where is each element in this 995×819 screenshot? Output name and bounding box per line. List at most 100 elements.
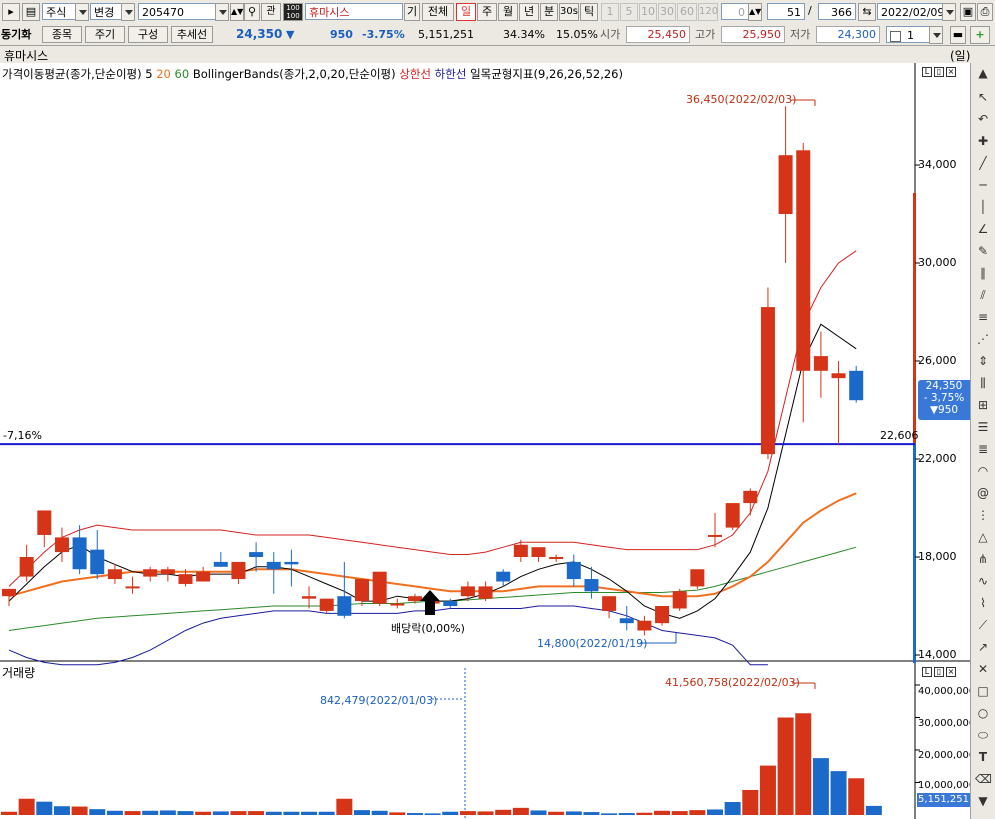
spiral-icon[interactable]: @ [975, 485, 991, 501]
candle-body [690, 569, 705, 587]
count-dropdown-arrow[interactable] [929, 26, 943, 44]
period-week-tab[interactable]: 주 [477, 3, 497, 21]
arrow-line-icon[interactable]: ↗ [975, 639, 991, 655]
fan-icon[interactable]: ⋰ [975, 331, 991, 347]
tick-60-button[interactable]: 60 [677, 3, 697, 21]
legend-bb-upper[interactable]: 상한선 [399, 67, 431, 81]
page-input[interactable]: 51 [767, 3, 805, 20]
scroll-down-icon[interactable]: ▼ [975, 793, 991, 809]
code-spin-button[interactable]: ▲▼ [230, 3, 244, 21]
count-select[interactable]: 1 [886, 26, 930, 43]
legend-ma20[interactable]: 20 [156, 67, 171, 81]
retracement-icon[interactable]: ≣ [975, 441, 991, 457]
period-30s-tab[interactable]: 30s [559, 3, 579, 21]
horizontal-line-icon[interactable]: ─ [975, 177, 991, 193]
all-button[interactable]: 전체 [422, 3, 454, 21]
triangle-icon[interactable]: △ [975, 529, 991, 545]
channel-icon[interactable]: ⫽ [975, 287, 991, 303]
related-button[interactable]: 관 [261, 3, 281, 21]
stock-code-input[interactable]: 205470 [138, 3, 216, 20]
cursor-icon[interactable]: ↖ [975, 89, 991, 105]
candle-body [655, 606, 670, 624]
vol-pane-lock-icon[interactable]: L [922, 667, 932, 677]
tick-10-button[interactable]: 10 [639, 3, 657, 21]
volume-pane-title[interactable]: 거래량 [2, 664, 35, 681]
pane-close-icon[interactable]: × [946, 67, 956, 77]
save-icon[interactable]: ▣ [960, 3, 976, 21]
tick-120-button[interactable]: 120 [698, 3, 718, 21]
100-icon[interactable]: 100 100 [283, 3, 303, 21]
tab-compose[interactable]: 구성 [128, 26, 168, 43]
scroll-up-icon[interactable]: ▲ [975, 65, 991, 81]
print-icon[interactable]: ⎙ [977, 3, 993, 21]
magnet-icon[interactable]: ↶ [975, 111, 991, 127]
legend-bb-label[interactable]: BollingerBands(종가,2,0,20,단순이평) [193, 67, 396, 81]
period-tick-tab[interactable]: 틱 [580, 3, 598, 21]
current-volume-tag: 5,151,251 [917, 793, 970, 807]
tick-1-button[interactable]: 1 [601, 3, 619, 21]
text-icon[interactable]: T [975, 749, 991, 765]
vol-pane-close-icon[interactable]: × [946, 667, 956, 677]
angle-line-icon[interactable]: ∠ [975, 221, 991, 237]
circle-icon[interactable]: ○ [975, 705, 991, 721]
legend-ma5[interactable]: 5 [145, 67, 152, 81]
market-icon-button[interactable]: ▤ [22, 3, 40, 21]
cross-line-icon[interactable]: ✕ [975, 661, 991, 677]
tab-stock[interactable]: 종목 [42, 26, 82, 43]
legend-ma60[interactable]: 60 [175, 67, 190, 81]
vol-pane-restore-icon[interactable]: ▯ [934, 667, 944, 677]
measure-icon[interactable]: ⇕ [975, 353, 991, 369]
market-select[interactable]: 주식 [42, 3, 76, 20]
period-day-tab[interactable]: 일 [456, 3, 476, 21]
parallel-line-icon[interactable]: ∥ [975, 265, 991, 281]
legend-ichimoku[interactable]: 일목균형지표(9,26,26,52,26) [470, 67, 623, 81]
period-month-tab[interactable]: 월 [498, 3, 518, 21]
time-zone-icon[interactable]: ⋮ [975, 507, 991, 523]
tick-30-button[interactable]: 30 [658, 3, 676, 21]
pitchfork-icon[interactable]: ⋔ [975, 551, 991, 567]
add-icon[interactable]: + [970, 26, 990, 44]
pane-restore-icon[interactable]: ▯ [934, 67, 944, 77]
legend-ma-label[interactable]: 가격이동평균(종가,단순이평) [2, 67, 142, 81]
brush-icon[interactable]: ⌇ [975, 595, 991, 611]
search-icon[interactable]: ⚲ [244, 3, 260, 21]
period-minute-tab[interactable]: 분 [540, 3, 558, 21]
date-input[interactable]: 2022/02/09 [877, 3, 943, 20]
code-dropdown-arrow[interactable] [215, 3, 229, 21]
tab-period[interactable]: 주기 [85, 26, 125, 43]
speed-line-icon[interactable]: ⟋ [975, 617, 991, 633]
pane-lock-icon[interactable]: L [922, 67, 932, 77]
legend-bb-lower[interactable]: 하한선 [435, 67, 467, 81]
checkbox-icon[interactable] [890, 30, 901, 42]
market-dropdown-arrow[interactable] [75, 3, 89, 21]
vertical-line-icon[interactable]: │ [975, 199, 991, 215]
tick-5-button[interactable]: 5 [620, 3, 638, 21]
arc-icon[interactable]: ◠ [975, 463, 991, 479]
grid-lines-icon[interactable]: ☰ [975, 419, 991, 435]
tick-count-input[interactable]: 0 [721, 3, 749, 20]
tab-trendline[interactable]: 추세선 [171, 26, 213, 43]
gi-button[interactable]: 기 [404, 3, 420, 21]
date-dropdown-arrow[interactable] [942, 3, 956, 21]
delete-icon[interactable]: ⌫ [975, 771, 992, 787]
ellipse-icon[interactable]: ⬭ [975, 727, 991, 743]
price-axis-label: 18,000 [918, 550, 957, 563]
remove-icon[interactable]: ▬ [950, 26, 966, 44]
window-menu-button[interactable]: ▸ [2, 3, 20, 21]
cycle-icon[interactable]: ⫼ [975, 375, 991, 391]
wave-icon[interactable]: ∿ [975, 573, 991, 589]
gann-icon[interactable]: ⊞ [975, 397, 991, 413]
tick-count-spin[interactable]: ▲▼ [748, 3, 762, 21]
rectangle-icon[interactable]: □ [975, 683, 991, 699]
fibonacci-icon[interactable]: ≡ [975, 309, 991, 325]
refresh-icon[interactable]: ⇆ [858, 3, 876, 21]
volume-bar [248, 811, 265, 815]
change-select[interactable]: 변경 [90, 3, 122, 20]
period-year-tab[interactable]: 년 [519, 3, 539, 21]
crosshair-icon[interactable]: ✚ [975, 133, 991, 149]
total-input[interactable]: 366 [818, 3, 856, 20]
trendline-icon[interactable]: ╱ [975, 155, 991, 171]
chart-area[interactable]: 가격이동평균(종가,단순이평) 5 20 60 BollingerBands(종… [0, 63, 975, 819]
pencil-icon[interactable]: ✎ [975, 243, 991, 259]
change-dropdown-arrow[interactable] [121, 3, 135, 21]
